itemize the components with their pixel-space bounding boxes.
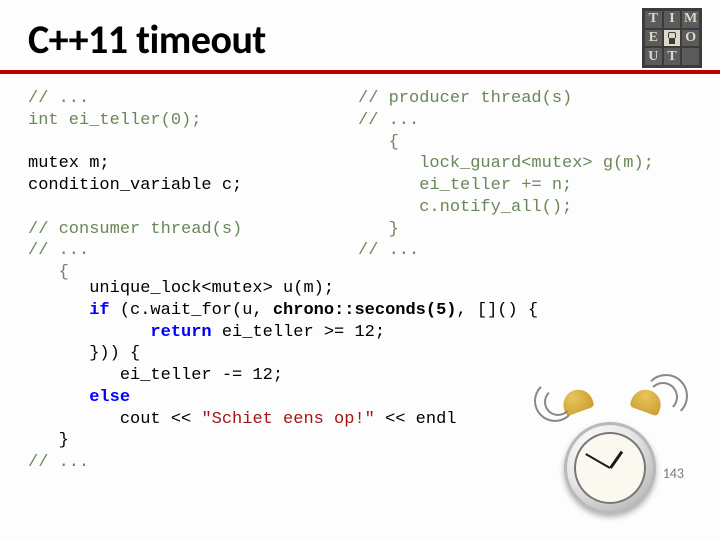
code-right: // producer thread(s) // ... { lock_guar… xyxy=(358,88,720,262)
badge-cell: I xyxy=(664,11,681,28)
code-frag xyxy=(28,301,89,320)
content-area: // ... int ei_teller(0); mutex m; condit… xyxy=(28,84,692,524)
hourglass-icon xyxy=(664,30,681,47)
code-frag: , []() { xyxy=(457,301,539,320)
slide-title: C++11 timeout xyxy=(28,15,266,64)
title-underline xyxy=(0,70,720,74)
code-frag: (c.wait_for(u, xyxy=(110,301,273,320)
code-left: // ... int ei_teller(0); mutex m; condit… xyxy=(28,88,328,284)
code-line: // producer thread(s) // ... { lock_guar… xyxy=(358,89,654,260)
badge-cell: T xyxy=(664,48,681,65)
badge-cell: M xyxy=(682,11,699,28)
code-line: ei_teller -= 12; xyxy=(28,366,283,385)
code-line: // ... xyxy=(28,453,89,472)
slide: C++11 timeout T I M E O U T // ... int e… xyxy=(0,0,720,540)
code-line: // consumer thread(s) // ... { xyxy=(28,220,242,283)
ring-line xyxy=(644,374,688,418)
code-line: mutex m; condition_variable c; xyxy=(28,154,242,195)
badge-cell: O xyxy=(682,30,699,47)
string-literal: "Schiet eens op!" xyxy=(201,410,374,429)
code-frag: << endl xyxy=(375,410,457,429)
keyword-if: if xyxy=(89,301,109,320)
title-block: C++11 timeout T I M E O U T xyxy=(28,10,692,68)
keyword-else: else xyxy=(89,388,130,407)
badge-cell: T xyxy=(645,11,662,28)
badge-cell xyxy=(682,48,699,65)
code-bold: chrono::seconds(5) xyxy=(273,301,457,320)
timeout-badge-icon: T I M E O U T xyxy=(642,8,702,68)
code-frag xyxy=(28,323,150,342)
code-frag: cout << xyxy=(28,410,201,429)
badge-cell: U xyxy=(645,48,662,65)
keyword-return: return xyxy=(150,323,211,342)
code-line: })) { xyxy=(28,344,140,363)
code-line: } xyxy=(28,431,69,450)
code-line: unique_lock<mutex> u(m); xyxy=(28,279,334,298)
code-frag: ei_teller >= 12; xyxy=(212,323,385,342)
code-frag xyxy=(28,388,89,407)
alarm-clock-icon xyxy=(552,384,672,514)
ring-line xyxy=(534,380,576,422)
badge-cell: E xyxy=(645,30,662,47)
code-line: // ... int ei_teller(0); xyxy=(28,89,201,130)
